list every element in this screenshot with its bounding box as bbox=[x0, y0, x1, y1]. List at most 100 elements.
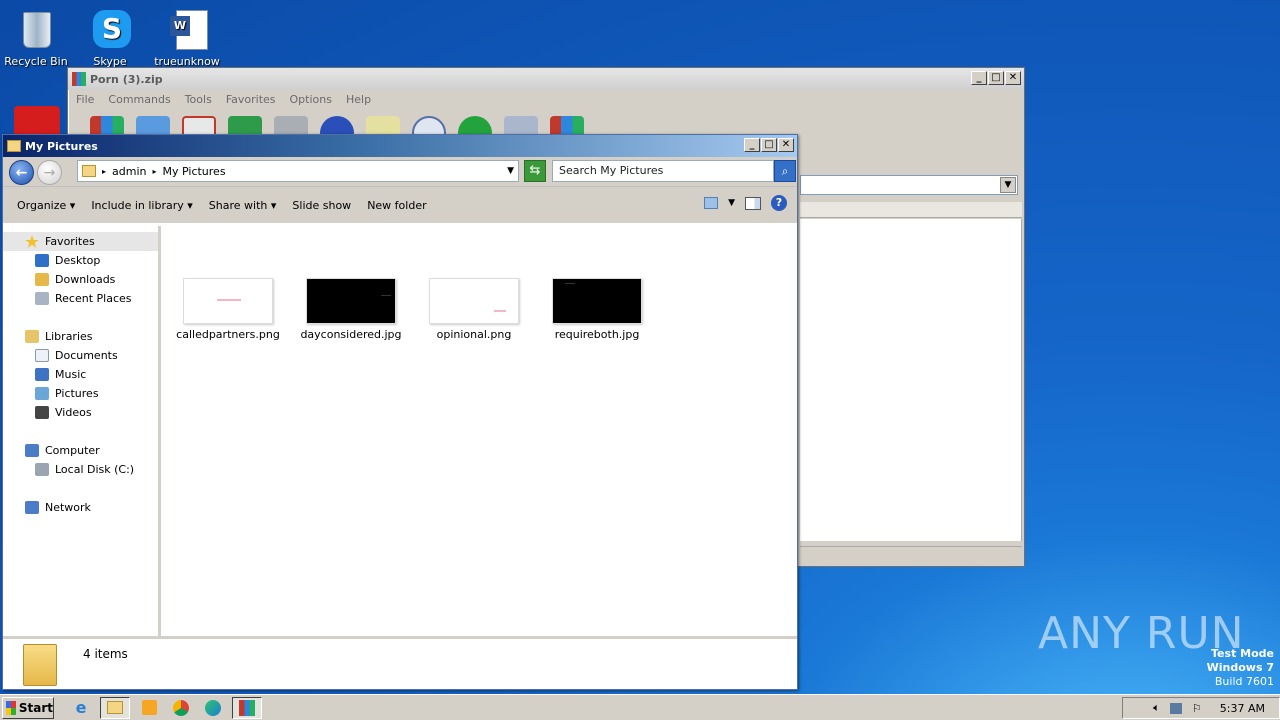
share-with-button[interactable]: Share with ▾ bbox=[201, 199, 285, 212]
search-input[interactable]: Search My Pictures bbox=[552, 160, 774, 182]
network-icon bbox=[25, 501, 39, 514]
network-icon[interactable] bbox=[1169, 702, 1182, 714]
close-button[interactable]: ✕ bbox=[1005, 71, 1021, 85]
nav-recent-places[interactable]: Recent Places bbox=[3, 289, 158, 308]
image-thumbnail bbox=[552, 278, 642, 324]
nav-pictures[interactable]: Pictures bbox=[3, 384, 158, 403]
change-view-icon[interactable] bbox=[704, 197, 719, 209]
file-name: dayconsidered.jpg bbox=[300, 328, 402, 341]
nav-local-disk[interactable]: Local Disk (C:) bbox=[3, 460, 158, 479]
desktop-icon-recycle-bin[interactable]: Recycle Bin bbox=[0, 8, 72, 68]
back-button[interactable]: ← bbox=[9, 160, 34, 185]
winrar-file-list[interactable] bbox=[800, 219, 1022, 541]
minimize-button[interactable]: _ bbox=[744, 138, 760, 152]
winrar-column-header bbox=[800, 202, 1022, 218]
skype-icon: S bbox=[89, 8, 131, 52]
menu-file[interactable]: File bbox=[76, 93, 94, 107]
file-item[interactable]: requireboth.jpg bbox=[542, 278, 652, 341]
winrar-window-buttons: _ □ ✕ bbox=[971, 71, 1021, 85]
include-in-library-button[interactable]: Include in library ▾ bbox=[83, 199, 200, 212]
chevron-right-icon[interactable]: ▸ bbox=[152, 167, 156, 176]
chevron-down-icon[interactable]: ▼ bbox=[728, 198, 735, 208]
internet-explorer-icon: e bbox=[75, 698, 87, 717]
winrar-status-bar bbox=[800, 546, 1022, 564]
help-icon[interactable]: ? bbox=[771, 195, 787, 211]
maximize-button[interactable]: □ bbox=[988, 71, 1004, 85]
nav-computer[interactable]: Computer bbox=[3, 441, 158, 460]
file-item[interactable]: dayconsidered.jpg bbox=[296, 278, 406, 341]
nav-libraries[interactable]: Libraries bbox=[3, 327, 158, 346]
media-player-icon bbox=[141, 700, 157, 715]
address-bar[interactable]: ▸ admin ▸ My Pictures ▼ bbox=[77, 160, 519, 182]
taskbar-chrome[interactable] bbox=[168, 697, 194, 719]
taskbar-edge[interactable] bbox=[200, 697, 226, 719]
nav-music[interactable]: Music bbox=[3, 365, 158, 384]
music-icon bbox=[35, 368, 49, 381]
file-item[interactable]: calledpartners.png bbox=[173, 278, 283, 341]
search-icon[interactable]: ⌕ bbox=[774, 160, 796, 182]
clock[interactable]: 5:37 AM bbox=[1220, 702, 1265, 715]
explorer-body: Favorites Desktop Downloads Recent Place… bbox=[3, 226, 797, 636]
nav-network[interactable]: Network bbox=[3, 498, 158, 517]
desktop-icon-skype[interactable]: S Skype bbox=[74, 8, 146, 68]
videos-icon bbox=[35, 406, 49, 419]
taskbar-explorer[interactable] bbox=[100, 696, 130, 719]
refresh-button[interactable]: ⇆ bbox=[524, 160, 546, 182]
menu-options[interactable]: Options bbox=[290, 93, 332, 107]
menu-tools[interactable]: Tools bbox=[185, 93, 212, 107]
chevron-right-icon[interactable]: ▸ bbox=[102, 167, 106, 176]
system-tray: 🔈︎ ⚐ 5:37 AM bbox=[1122, 697, 1280, 719]
volume-icon[interactable]: 🔈︎ bbox=[1153, 701, 1160, 715]
menu-commands[interactable]: Commands bbox=[108, 93, 170, 107]
nav-videos[interactable]: Videos bbox=[3, 403, 158, 422]
command-bar: Organize ▾ Include in library ▾ Share wi… bbox=[3, 187, 797, 223]
start-button[interactable]: Start bbox=[2, 696, 54, 719]
forward-button[interactable]: → bbox=[37, 160, 62, 185]
nav-documents[interactable]: Documents bbox=[3, 346, 158, 365]
nav-favorites[interactable]: Favorites bbox=[3, 232, 158, 251]
minimize-button[interactable]: _ bbox=[971, 71, 987, 85]
nav-downloads[interactable]: Downloads bbox=[3, 270, 158, 289]
desktop-icon-document[interactable]: W trueunknow bbox=[151, 8, 223, 68]
taskbar-ie[interactable]: e bbox=[68, 697, 94, 719]
recent-places-icon bbox=[35, 292, 49, 305]
breadcrumb-my-pictures[interactable]: My Pictures bbox=[163, 165, 226, 178]
chevron-down-icon[interactable]: ▼ bbox=[507, 166, 514, 176]
pictures-icon bbox=[35, 387, 49, 400]
file-name: opinional.png bbox=[436, 328, 512, 341]
close-button[interactable]: ✕ bbox=[778, 138, 794, 152]
image-thumbnail bbox=[306, 278, 396, 324]
folder-icon bbox=[107, 701, 123, 714]
word-document-icon: W bbox=[166, 8, 208, 52]
breadcrumb-admin[interactable]: admin bbox=[112, 165, 146, 178]
explorer-window: My Pictures _ □ ✕ ← → ▸ admin ▸ My Pictu… bbox=[2, 134, 798, 690]
new-folder-button[interactable]: New folder bbox=[359, 199, 434, 212]
recycle-bin-icon bbox=[15, 8, 57, 52]
explorer-titlebar: My Pictures bbox=[3, 135, 797, 157]
winrar-titlebar: Porn (3).zip bbox=[68, 68, 1024, 90]
star-icon bbox=[25, 235, 39, 248]
file-item[interactable]: opinional.png bbox=[419, 278, 529, 341]
preview-pane-icon[interactable] bbox=[745, 196, 761, 210]
file-area[interactable]: calledpartners.png dayconsidered.jpg opi… bbox=[161, 226, 797, 636]
folder-icon bbox=[23, 644, 57, 686]
maximize-button[interactable]: □ bbox=[761, 138, 777, 152]
file-name: calledpartners.png bbox=[176, 328, 280, 341]
winrar-menubar: File Commands Tools Favorites Options He… bbox=[68, 90, 1024, 110]
explorer-title: My Pictures bbox=[25, 139, 98, 153]
slide-show-button[interactable]: Slide show bbox=[284, 199, 359, 212]
chrome-icon bbox=[173, 699, 189, 716]
nav-desktop[interactable]: Desktop bbox=[3, 251, 158, 270]
winrar-address-bar[interactable]: ▼ bbox=[800, 175, 1018, 195]
taskbar-media-player[interactable] bbox=[136, 697, 162, 719]
chevron-down-icon[interactable]: ▼ bbox=[1000, 177, 1016, 193]
taskbar-winrar[interactable] bbox=[232, 696, 262, 719]
image-thumbnail bbox=[183, 278, 273, 324]
winrar-title: Porn (3).zip bbox=[90, 72, 163, 86]
menu-favorites[interactable]: Favorites bbox=[226, 93, 276, 107]
flag-icon[interactable]: ⚐ bbox=[1192, 702, 1202, 715]
menu-help[interactable]: Help bbox=[346, 93, 371, 107]
file-name: requireboth.jpg bbox=[554, 328, 640, 341]
image-thumbnail bbox=[429, 278, 519, 324]
organize-button[interactable]: Organize ▾ bbox=[9, 199, 83, 212]
